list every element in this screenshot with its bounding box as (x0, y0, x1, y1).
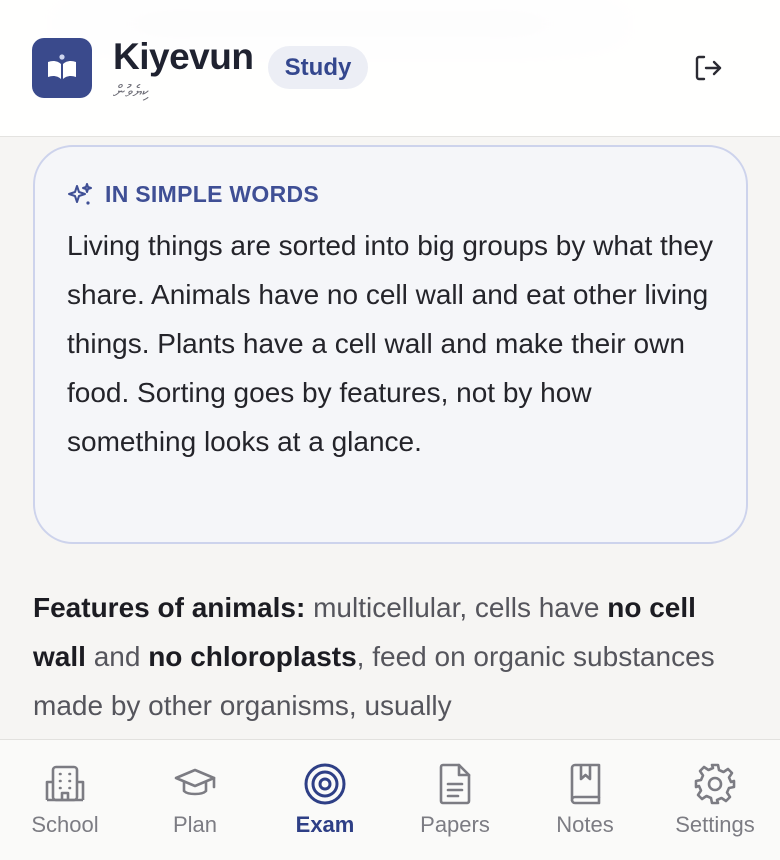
bottom-nav: School Plan Exam Papers Notes Settings (0, 739, 780, 860)
nav-label-school: School (31, 812, 99, 837)
nav-item-school[interactable]: School (0, 740, 130, 860)
nav-item-papers[interactable]: Papers (390, 740, 520, 860)
mode-badge[interactable]: Study (268, 46, 368, 89)
document-icon (439, 763, 471, 805)
nav-item-plan[interactable]: Plan (130, 740, 260, 860)
graduation-cap-icon (174, 768, 216, 796)
open-book-icon (48, 54, 76, 79)
simple-words-label: IN SIMPLE WORDS (67, 181, 319, 208)
simple-words-card: IN SIMPLE WORDS Living things are sorted… (33, 145, 748, 544)
gear-icon (694, 763, 736, 805)
app-header: Kiyevun ކިޔެވުން Study (0, 0, 780, 137)
school-building-icon (45, 765, 85, 802)
nav-label-plan: Plan (172, 812, 218, 837)
app-subtitle: ކިޔެވުން (113, 82, 149, 102)
nav-label-exam: Exam (295, 812, 355, 837)
features-text-2: and (85, 641, 149, 672)
nav-label-papers: Papers (420, 812, 490, 837)
target-icon (304, 763, 346, 805)
features-bold-chloroplasts: no chloroplasts (148, 641, 357, 672)
bookmark-book-icon (570, 763, 601, 805)
nav-label-notes: Notes (556, 812, 614, 837)
logout-button[interactable] (688, 50, 728, 86)
nav-item-settings[interactable]: Settings (650, 740, 780, 860)
logout-icon (695, 55, 722, 81)
features-text-1: multicellular, cells have (305, 592, 608, 623)
features-heading: Features of animals: (33, 592, 306, 623)
sparkles-icon (68, 182, 92, 205)
features-paragraph: Features of animals: multicellular, cell… (33, 583, 748, 730)
nav-label-settings: Settings (675, 812, 755, 837)
app-logo (32, 38, 92, 98)
nav-item-exam[interactable]: Exam (260, 740, 390, 860)
simple-words-label-text: IN SIMPLE WORDS (105, 181, 320, 207)
app-title: Kiyevun (113, 36, 254, 77)
nav-item-notes[interactable]: Notes (520, 740, 650, 860)
simple-words-text: Living things are sorted into big groups… (67, 230, 713, 457)
